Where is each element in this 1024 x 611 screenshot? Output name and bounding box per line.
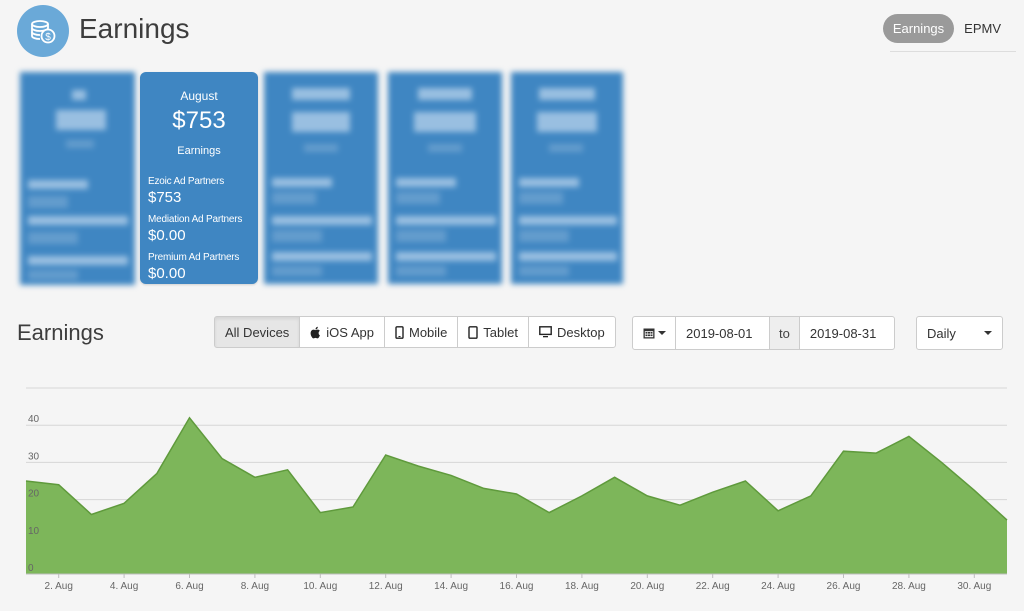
x-tick-label: 14. Aug — [434, 581, 468, 592]
x-tick-label: 16. Aug — [500, 581, 534, 592]
x-tick-label: 20. Aug — [630, 581, 664, 592]
mobile-icon — [395, 325, 404, 339]
tablet-button[interactable]: Tablet — [457, 316, 529, 348]
period-select-value: Daily — [927, 325, 956, 341]
tablet-icon — [468, 325, 478, 339]
view-toggle: Earnings EPMV — [882, 14, 1011, 43]
device-filter: All Devices iOS App Mobile Tablet Deskto… — [214, 316, 616, 348]
earnings-area-series — [26, 417, 1007, 574]
mobile-button[interactable]: Mobile — [384, 316, 459, 348]
date-range-picker: to — [632, 316, 895, 350]
y-tick-label: 20 — [28, 489, 40, 500]
card-month: August — [180, 89, 218, 103]
desktop-button[interactable]: Desktop — [528, 316, 616, 348]
redacted-card — [20, 72, 135, 285]
x-tick-label: 30. Aug — [957, 581, 991, 592]
desktop-label: Desktop — [557, 324, 605, 340]
start-date-input[interactable] — [675, 316, 770, 350]
redacted-card — [511, 72, 623, 284]
date-range-separator: to — [770, 316, 799, 350]
ios-app-button[interactable]: iOS App — [299, 316, 385, 348]
y-tick-label: 30 — [28, 451, 40, 462]
section-title: Earnings — [17, 320, 104, 345]
svg-text:$: $ — [45, 32, 51, 43]
partner-label: Ezoic Ad Partners — [148, 176, 225, 187]
calendar-button[interactable] — [632, 316, 676, 350]
mobile-label: Mobile — [409, 324, 448, 340]
x-tick-label: 18. Aug — [565, 581, 599, 592]
card-caption: Earnings — [177, 145, 221, 157]
y-tick-label: 0 — [28, 563, 34, 574]
partner-value: $753 — [148, 189, 182, 206]
partner-label: Mediation Ad Partners — [148, 214, 243, 225]
earnings-chart: 0 10 20 30 40 2. Aug 4. Aug 6. Aug 8. Aug 10. Au… — [25, 387, 1008, 592]
x-tick-label: 8. Aug — [241, 581, 269, 592]
all-devices-label: All Devices — [225, 324, 290, 340]
epmv-toggle-button[interactable]: EPMV — [954, 14, 1011, 43]
partner-value: $0.00 — [148, 265, 186, 282]
card-total-amount: $753 — [172, 107, 226, 134]
x-tick-label: 10. Aug — [303, 581, 337, 592]
summary-card-current: August $753 Earnings Ezoic Ad Partners $… — [140, 72, 258, 284]
x-tick-label: 22. Aug — [696, 581, 730, 592]
partner-label: Premium Ad Partners — [148, 252, 240, 263]
x-tick-label: 6. Aug — [175, 581, 203, 592]
all-devices-button[interactable]: All Devices — [214, 316, 301, 348]
x-tick-label: 24. Aug — [761, 581, 795, 592]
x-tick-label: 2. Aug — [45, 581, 73, 592]
toggle-divider — [890, 51, 1016, 52]
end-date-input[interactable] — [798, 316, 895, 350]
partner-value: $0.00 — [148, 227, 186, 244]
apple-icon — [310, 326, 321, 338]
y-tick-label: 10 — [28, 526, 40, 537]
x-tick-label: 12. Aug — [369, 581, 403, 592]
tablet-label: Tablet — [483, 324, 518, 340]
page-title: Earnings — [79, 13, 190, 44]
x-tick-label: 26. Aug — [827, 581, 861, 592]
x-tick-label: 28. Aug — [892, 581, 926, 592]
x-tick-label: 4. Aug — [110, 581, 138, 592]
calendar-icon — [643, 328, 654, 339]
coins-icon: $ — [17, 5, 69, 57]
desktop-icon — [539, 326, 552, 338]
redacted-card — [264, 72, 378, 284]
ios-app-label: iOS App — [326, 324, 374, 340]
redacted-card — [388, 72, 502, 284]
period-select[interactable]: Daily — [916, 316, 1003, 350]
chevron-down-icon — [657, 331, 666, 335]
y-tick-label: 40 — [28, 414, 40, 425]
earnings-toggle-button[interactable]: Earnings — [882, 14, 955, 43]
chevron-down-icon — [984, 331, 992, 335]
